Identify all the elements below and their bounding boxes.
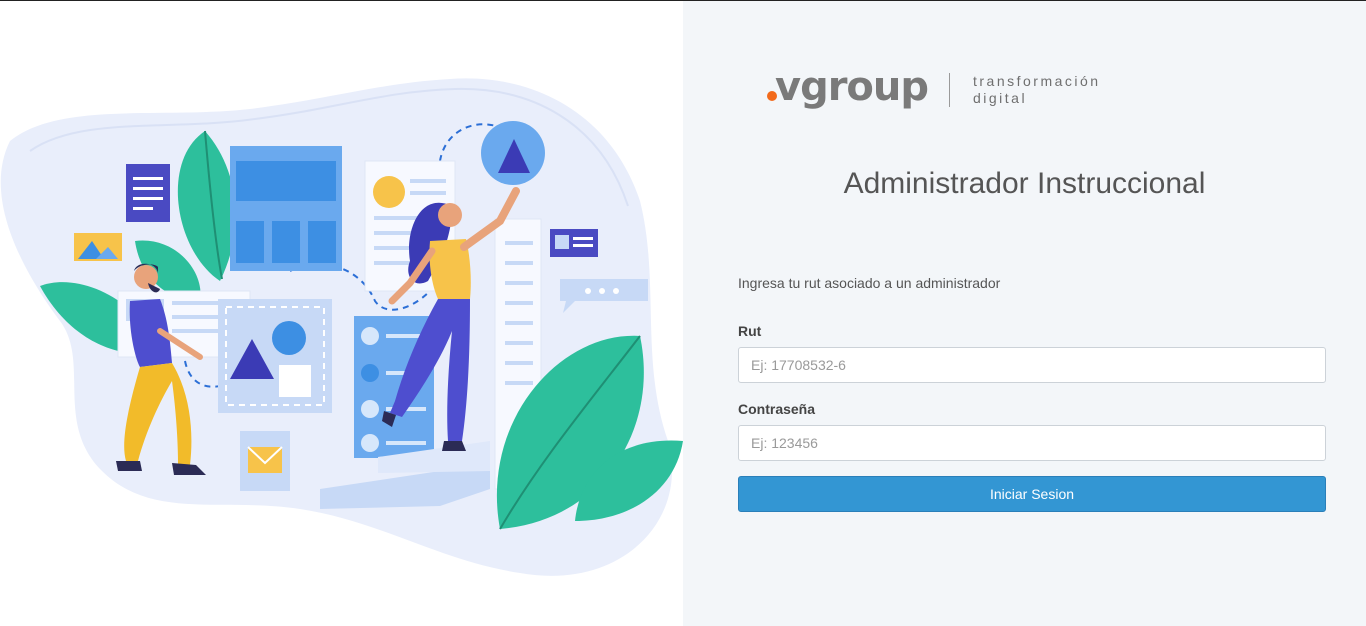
page-title: Administrador Instruccional bbox=[843, 167, 1206, 200]
tagline-line-2: digital bbox=[973, 90, 1028, 106]
login-button[interactable]: Iniciar Sesion bbox=[738, 476, 1326, 512]
logo-wordmark: vgroup bbox=[775, 64, 929, 110]
logo-tagline: transformación digital bbox=[973, 73, 1153, 107]
rut-label: Rut bbox=[738, 323, 762, 339]
login-panel: vgroup transformación digital Administra… bbox=[683, 1, 1366, 626]
password-label: Contraseña bbox=[738, 401, 816, 417]
hero-illustration bbox=[0, 78, 683, 576]
password-input[interactable] bbox=[738, 425, 1326, 461]
rut-input[interactable] bbox=[738, 347, 1326, 383]
tagline-line-1: transformación bbox=[973, 73, 1101, 89]
login-instruction: Ingresa tu rut asociado a un administrad… bbox=[738, 275, 1001, 291]
illustration-panel bbox=[0, 1, 683, 626]
logo-divider bbox=[949, 73, 950, 107]
